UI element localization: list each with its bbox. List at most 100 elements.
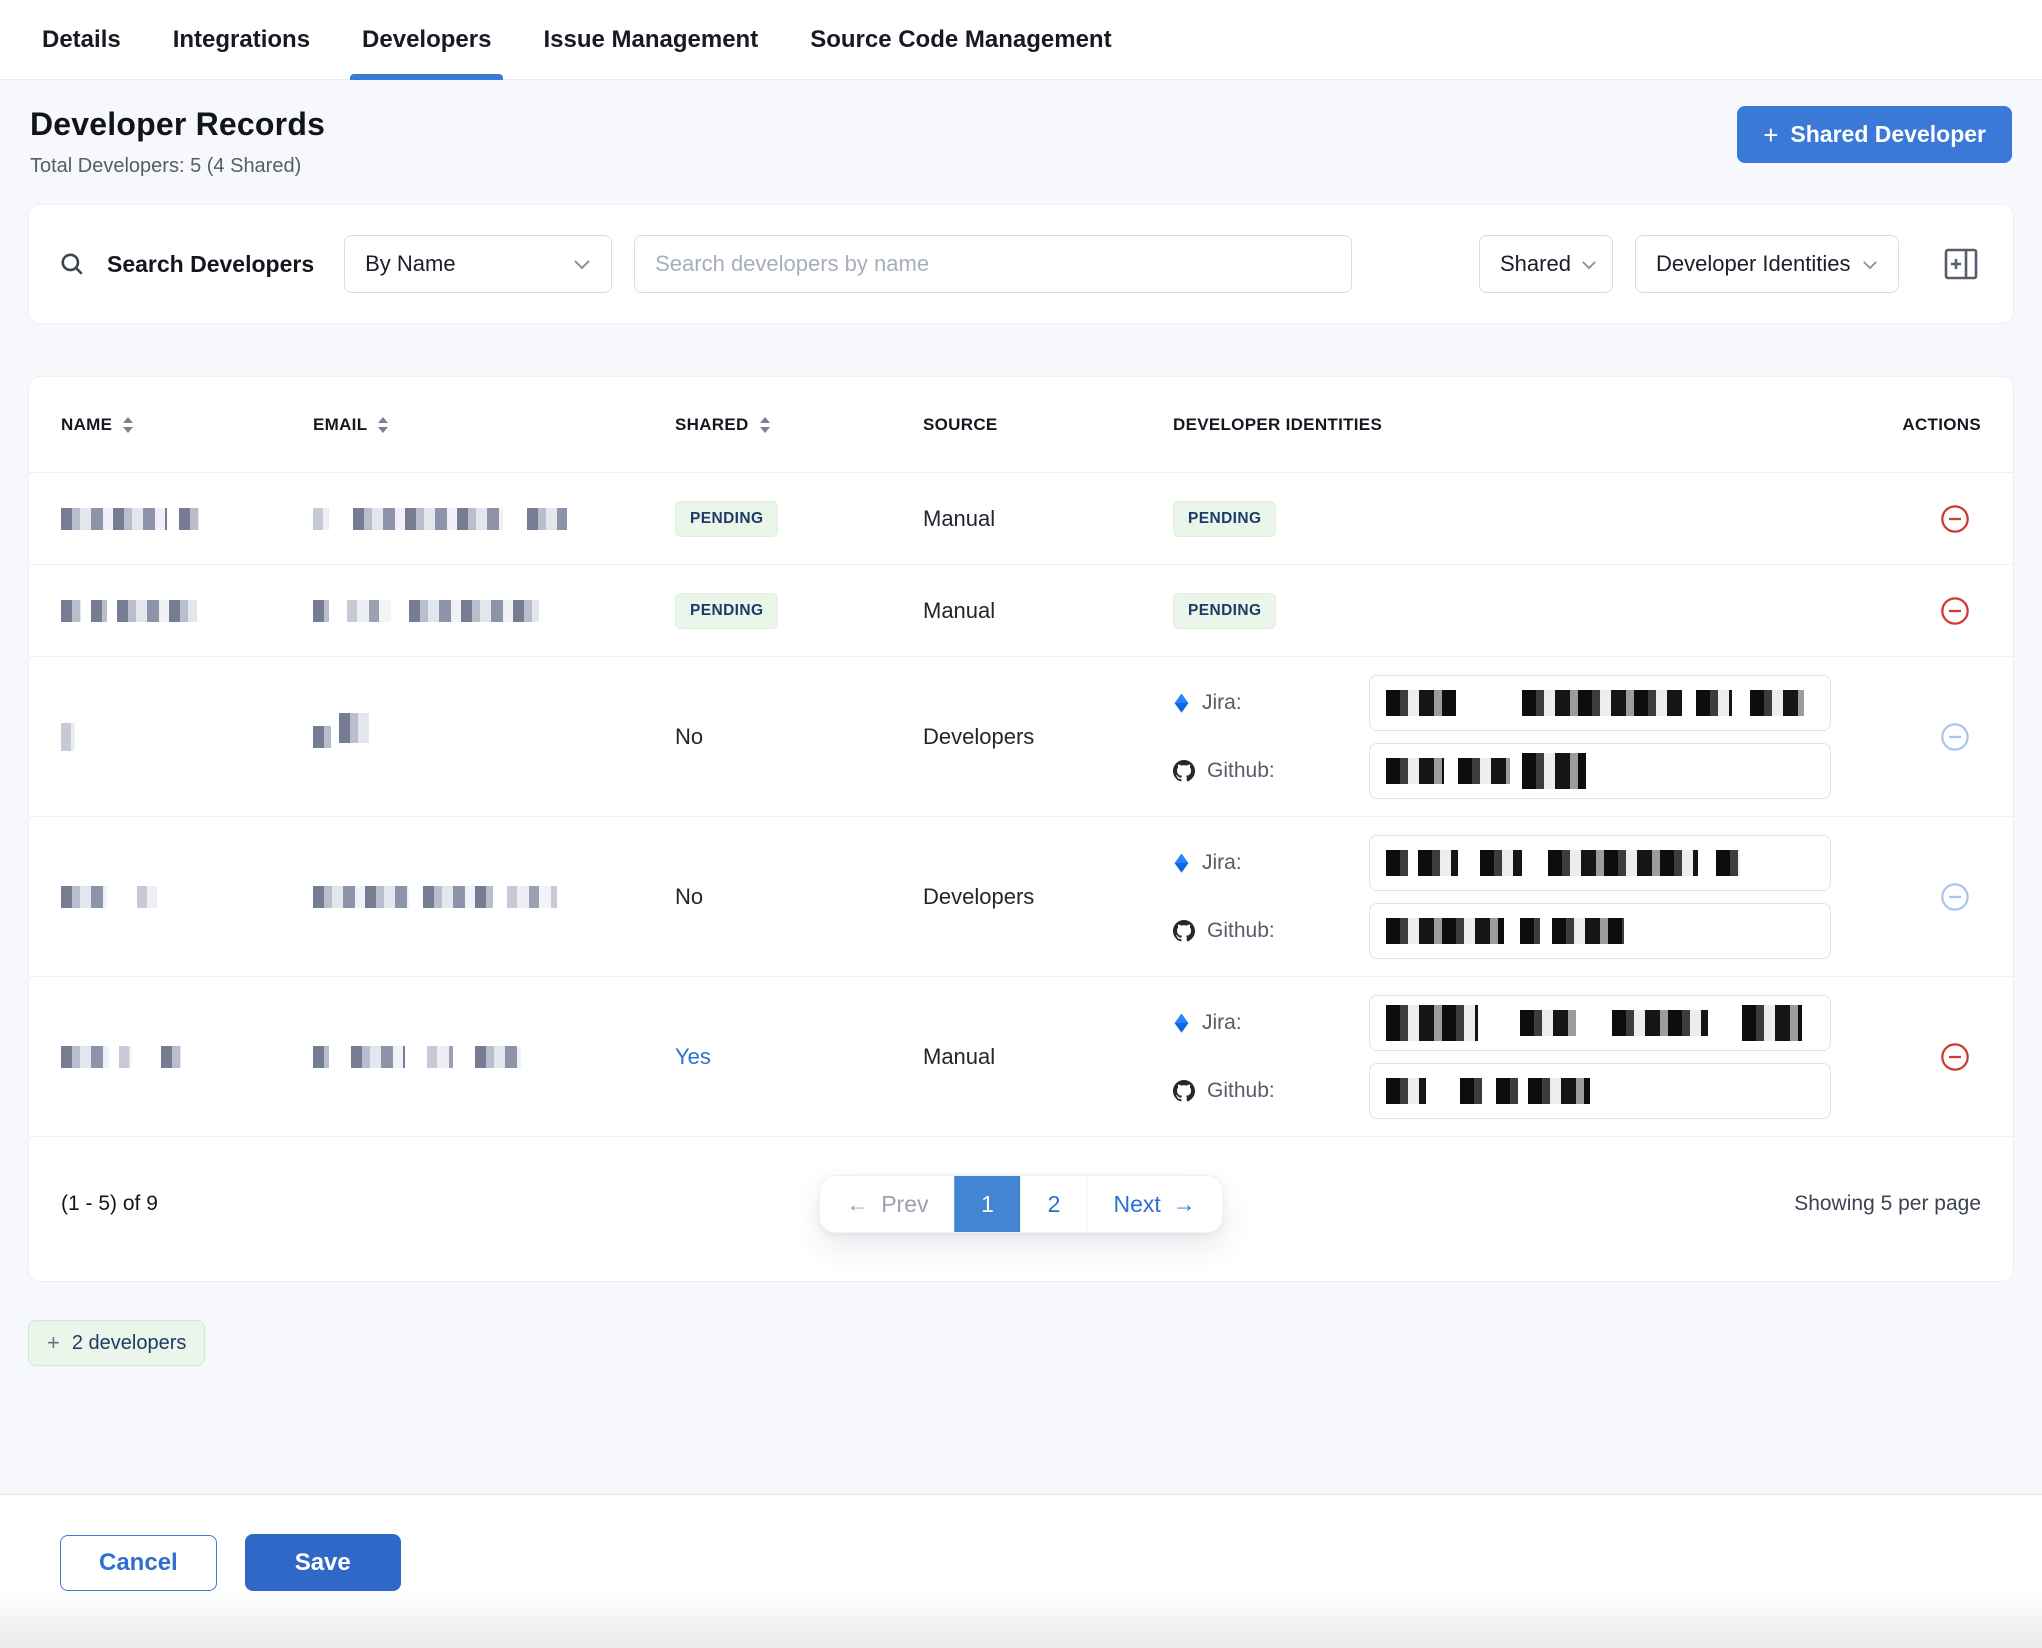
total-developers-text: Total Developers: 5 (4 Shared): [30, 155, 325, 178]
remove-developer-button[interactable]: [1939, 595, 1971, 627]
tab-integrations[interactable]: Integrations: [173, 0, 310, 80]
remove-developer-button[interactable]: [1939, 1041, 1971, 1073]
shared-developer-button[interactable]: + Shared Developer: [1737, 106, 2012, 163]
chevron-down-icon: [573, 258, 591, 270]
save-button[interactable]: Save: [245, 1534, 401, 1591]
tab-developers[interactable]: Developers: [362, 0, 491, 80]
search-by-value: By Name: [365, 251, 455, 277]
remove-developer-button[interactable]: [1939, 503, 1971, 535]
tab-issue-management[interactable]: Issue Management: [543, 0, 758, 80]
github-identity-value[interactable]: [1369, 743, 1831, 799]
redacted-name: [61, 508, 313, 530]
shared-cell: No: [675, 724, 923, 750]
redacted-email: [313, 508, 675, 530]
next-label: Next: [1114, 1191, 1161, 1218]
jira-label: Jira:: [1202, 691, 1242, 715]
column-label: ACTIONS: [1902, 415, 1981, 435]
remove-icon: [1939, 721, 1971, 753]
source-cell: Developers: [923, 884, 1173, 910]
search-developers-label: Search Developers: [107, 251, 314, 278]
prev-page-button[interactable]: ← Prev: [820, 1176, 954, 1232]
jira-identity-value[interactable]: [1369, 675, 1831, 731]
github-label: Github:: [1207, 759, 1275, 783]
source-cell: Manual: [923, 1044, 1173, 1070]
add-developers-chip[interactable]: + 2 developers: [28, 1320, 205, 1366]
shared-developer-button-label: Shared Developer: [1790, 121, 1986, 148]
remove-developer-button[interactable]: [1939, 881, 1971, 913]
redacted-email: [313, 600, 675, 622]
redacted-name: [61, 886, 313, 908]
github-identity-row: Github:: [1173, 743, 1861, 799]
plus-icon: +: [47, 1330, 60, 1356]
column-label: EMAIL: [313, 415, 367, 435]
pagination-summary: (1 - 5) of 9: [61, 1192, 158, 1216]
column-header-source: SOURCE: [923, 415, 1173, 435]
next-page-button[interactable]: Next →: [1087, 1176, 1222, 1232]
tab-details[interactable]: Details: [42, 0, 121, 80]
remove-icon: [1939, 503, 1971, 535]
shared-filter-select[interactable]: Shared: [1479, 235, 1613, 293]
sort-icon[interactable]: [122, 416, 134, 434]
search-icon: [59, 251, 85, 277]
page-header: Developer Records Total Developers: 5 (4…: [28, 106, 2014, 178]
github-icon: [1173, 760, 1195, 782]
pagination-controls: ← Prev 1 2 Next →: [819, 1175, 1223, 1233]
redacted-email: [313, 726, 675, 748]
page-1-button[interactable]: 1: [955, 1176, 1021, 1232]
tab-bar: Details Integrations Developers Issue Ma…: [0, 0, 2042, 80]
redacted-name: [61, 1046, 313, 1068]
redacted-identity: [1386, 1005, 1802, 1041]
table-header-row: NAME EMAIL SHARED SOURCE: [29, 377, 2013, 473]
identities-status-badge: PENDING: [1173, 593, 1276, 629]
table-row: PENDING Manual PENDING: [29, 565, 2013, 657]
shared-cell: No: [675, 884, 923, 910]
pagination-bar: (1 - 5) of 9 ← Prev 1 2 Next → Showing 5…: [29, 1137, 2013, 1271]
jira-icon: [1173, 693, 1190, 713]
sort-icon[interactable]: [377, 416, 389, 434]
chevron-down-icon: [1862, 259, 1878, 270]
prev-label: Prev: [881, 1191, 928, 1218]
shared-cell-link[interactable]: Yes: [675, 1044, 923, 1070]
cancel-button[interactable]: Cancel: [60, 1535, 217, 1591]
tab-source-code-management[interactable]: Source Code Management: [810, 0, 1111, 80]
table-row: No Developers Jira:: [29, 817, 2013, 977]
developers-table: NAME EMAIL SHARED SOURCE: [28, 376, 2014, 1282]
github-icon: [1173, 920, 1195, 942]
jira-identity-row: Jira:: [1173, 675, 1861, 731]
footer-action-bar: Cancel Save: [0, 1494, 2042, 1648]
redacted-identity: [1386, 690, 1804, 716]
add-column-button[interactable]: [1939, 242, 1983, 286]
github-identity-value[interactable]: [1369, 1063, 1831, 1119]
jira-identity-row: Jira:: [1173, 835, 1861, 891]
column-header-shared[interactable]: SHARED: [675, 415, 923, 435]
search-by-select[interactable]: By Name: [344, 235, 612, 293]
column-header-email[interactable]: EMAIL: [313, 415, 675, 435]
column-label: SOURCE: [923, 415, 998, 435]
jira-label: Jira:: [1202, 1011, 1242, 1035]
shared-filter-value: Shared: [1500, 251, 1571, 277]
jira-identity-row: Jira:: [1173, 995, 1861, 1051]
redacted-identity: [1386, 918, 1624, 944]
column-label: SHARED: [675, 415, 749, 435]
add-developers-chip-label: 2 developers: [72, 1332, 187, 1355]
column-label: NAME: [61, 415, 112, 435]
redacted-identity: [1386, 753, 1586, 789]
source-cell: Manual: [923, 598, 1173, 624]
search-input[interactable]: [634, 235, 1352, 293]
remove-developer-button[interactable]: [1939, 721, 1971, 753]
page-2-button[interactable]: 2: [1021, 1176, 1087, 1232]
jira-icon: [1173, 853, 1190, 873]
redacted-email: [313, 1046, 675, 1068]
jira-label: Jira:: [1202, 851, 1242, 875]
column-header-name[interactable]: NAME: [61, 415, 313, 435]
developer-identities-filter-value: Developer Identities: [1656, 251, 1850, 277]
jira-identity-value[interactable]: [1369, 835, 1831, 891]
add-column-icon: [1943, 247, 1979, 281]
developer-identities-filter-select[interactable]: Developer Identities: [1635, 235, 1899, 293]
arrow-left-icon: ←: [846, 1191, 869, 1218]
redacted-name: [61, 600, 313, 622]
jira-identity-value[interactable]: [1369, 995, 1831, 1051]
github-identity-value[interactable]: [1369, 903, 1831, 959]
sort-icon[interactable]: [759, 416, 771, 434]
redacted-identity: [1386, 850, 1740, 876]
